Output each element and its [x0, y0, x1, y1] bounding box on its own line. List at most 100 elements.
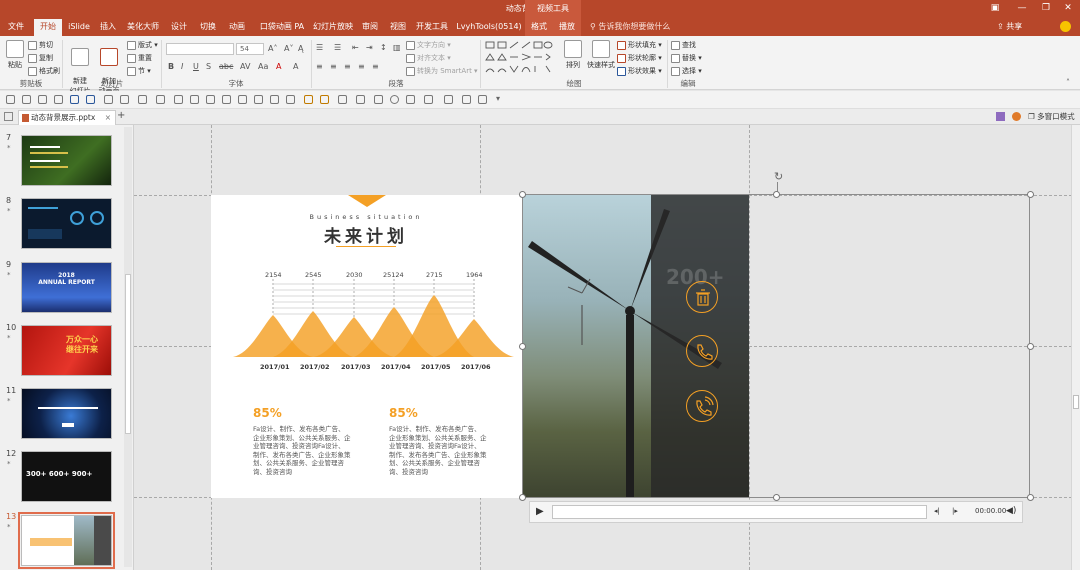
resize-handle[interactable] [773, 191, 780, 198]
toolbar-icon[interactable] [120, 95, 129, 104]
slide-thumbnail-10[interactable]: 万众一心 继往开来 [21, 325, 112, 376]
tab-home[interactable]: 开始 [34, 19, 62, 36]
select-button[interactable]: 选择 ▾ [671, 66, 702, 76]
tab-transitions[interactable]: 切换 [196, 17, 220, 36]
slide-thumbnail-13[interactable] [18, 512, 115, 569]
tab-design[interactable]: 设计 [168, 17, 190, 36]
slide-thumbnail-7[interactable] [21, 135, 112, 186]
step-forward-icon[interactable]: |▸ [952, 507, 958, 515]
toolbar-icon[interactable] [54, 95, 63, 104]
resize-handle[interactable] [1027, 494, 1034, 501]
close-button[interactable]: ✕ [1056, 0, 1080, 17]
save-icon[interactable] [70, 95, 79, 104]
font-size-combo[interactable]: 54 [236, 43, 264, 55]
tell-me-search[interactable]: ⚲ 告诉我你想要做什么 [590, 17, 670, 36]
rotate-handle-icon[interactable]: ↻ [774, 170, 783, 183]
align-icon[interactable] [222, 95, 231, 104]
share-button[interactable]: ⇪ 共享 [997, 17, 1022, 36]
strikethrough-icon[interactable]: abc [219, 62, 233, 71]
align-center-icon[interactable]: ≡ [330, 62, 337, 71]
align-icon[interactable] [238, 95, 247, 104]
volume-icon[interactable]: ◀) [1006, 506, 1016, 516]
text-direction-button[interactable]: 文字方向 ▾ [406, 40, 451, 50]
layout-button[interactable]: 版式 ▾ [127, 40, 158, 50]
group-icon[interactable] [304, 95, 313, 104]
scrollbar-thumb[interactable] [1073, 395, 1079, 409]
toolbar-icon[interactable] [406, 95, 415, 104]
align-icon[interactable] [254, 95, 263, 104]
resize-handle[interactable] [1027, 191, 1034, 198]
font-color-dropdown-icon[interactable]: A [293, 62, 298, 71]
slide-thumbnail-12[interactable]: 300+ 600+ 900+ [21, 451, 112, 502]
change-case-icon[interactable]: Aa [258, 62, 268, 71]
customize-toolbar-icon[interactable]: ▾ [496, 94, 500, 103]
shape-effects-button[interactable]: 形状效果 ▾ [617, 66, 662, 76]
tab-beautify[interactable]: 美化大师 [124, 17, 162, 36]
tab-pocket-anim[interactable]: 口袋动画 PA [256, 17, 308, 36]
line-spacing-icon[interactable]: ↕ [380, 43, 387, 52]
play-icon[interactable]: ▶ [536, 506, 544, 517]
slide-thumbnail-8[interactable] [21, 198, 112, 249]
step-back-icon[interactable]: ◂| [934, 507, 940, 515]
add-in-icon[interactable] [996, 112, 1005, 121]
video-selection-frame[interactable] [522, 194, 1030, 498]
bullets-icon[interactable]: ☰ [316, 43, 323, 52]
resize-handle[interactable] [519, 191, 526, 198]
toolbar-icon[interactable] [390, 95, 399, 104]
section-button[interactable]: 节 ▾ [127, 66, 151, 76]
tab-animations[interactable]: 动画 [225, 17, 249, 36]
toolbar-icon[interactable] [156, 95, 165, 104]
eyedropper-icon[interactable] [462, 95, 471, 104]
tab-lvyhtools[interactable]: LvyhTools(0514) [456, 17, 522, 36]
align-icon[interactable] [190, 95, 199, 104]
align-right-icon[interactable]: ≡ [344, 62, 351, 71]
new-tab-icon[interactable]: + [117, 110, 125, 121]
char-spacing-icon[interactable]: AV [240, 62, 250, 71]
arrange-button[interactable]: 排列 [562, 40, 584, 70]
restore-button[interactable]: ❐ [1034, 0, 1058, 17]
bold-icon[interactable]: B [168, 62, 174, 71]
quick-styles-button[interactable]: 快速样式 [587, 40, 615, 70]
copy-button[interactable]: 复制 [28, 53, 53, 63]
resize-handle[interactable] [519, 494, 526, 501]
thumbnail-scrollbar[interactable] [124, 127, 132, 567]
tab-islide[interactable]: iSlide [66, 17, 92, 36]
tab-format[interactable]: 格式 [525, 17, 553, 36]
shadow-icon[interactable]: S [206, 62, 211, 71]
find-button[interactable]: 查找 [671, 40, 696, 50]
numbering-icon[interactable]: ☰ [334, 43, 341, 52]
file-list-icon[interactable] [4, 112, 13, 121]
align-left-icon[interactable]: ≡ [316, 62, 323, 71]
toolbar-icon[interactable] [138, 95, 147, 104]
shape-outline-button[interactable]: 形状轮廓 ▾ [617, 53, 662, 63]
font-name-combo[interactable] [166, 43, 234, 55]
redo-icon[interactable] [104, 95, 113, 104]
toolbar-icon[interactable] [6, 95, 15, 104]
underline-icon[interactable]: U [193, 62, 199, 71]
font-color-icon[interactable]: A [276, 62, 281, 71]
tab-slideshow[interactable]: 幻灯片放映 [312, 17, 354, 36]
media-progress-track[interactable] [552, 505, 927, 519]
tab-insert[interactable]: 插入 [98, 17, 118, 36]
scrollbar-thumb[interactable] [125, 274, 131, 434]
toolbar-icon[interactable] [22, 95, 31, 104]
toolbar-icon[interactable] [424, 95, 433, 104]
decrease-indent-icon[interactable]: ⇤ [352, 43, 359, 52]
cut-button[interactable]: 剪切 [28, 40, 53, 50]
canvas-scrollbar[interactable] [1071, 125, 1080, 570]
tab-developer[interactable]: 开发工具 [414, 17, 450, 36]
toolbar-icon[interactable] [374, 95, 383, 104]
tab-file[interactable]: 文件 [4, 17, 28, 36]
columns-icon[interactable]: ▥ [393, 43, 401, 52]
distribute-icon[interactable]: ≡ [372, 62, 379, 71]
align-text-button[interactable]: 对齐文本 ▾ [406, 53, 451, 63]
replace-button[interactable]: 替换 ▾ [671, 53, 702, 63]
slide-thumbnail-11[interactable] [21, 388, 112, 439]
eyedropper-icon[interactable] [444, 95, 453, 104]
undo-icon[interactable] [86, 95, 95, 104]
shrink-font-icon[interactable]: A˅ [284, 44, 293, 53]
paste-button[interactable]: 粘贴 [4, 40, 26, 70]
slide-thumbnail-9[interactable]: 2018 ANNUAL REPORT [21, 262, 112, 313]
collapse-ribbon-icon[interactable]: ˄ [1066, 78, 1070, 87]
toolbar-icon[interactable] [356, 95, 365, 104]
